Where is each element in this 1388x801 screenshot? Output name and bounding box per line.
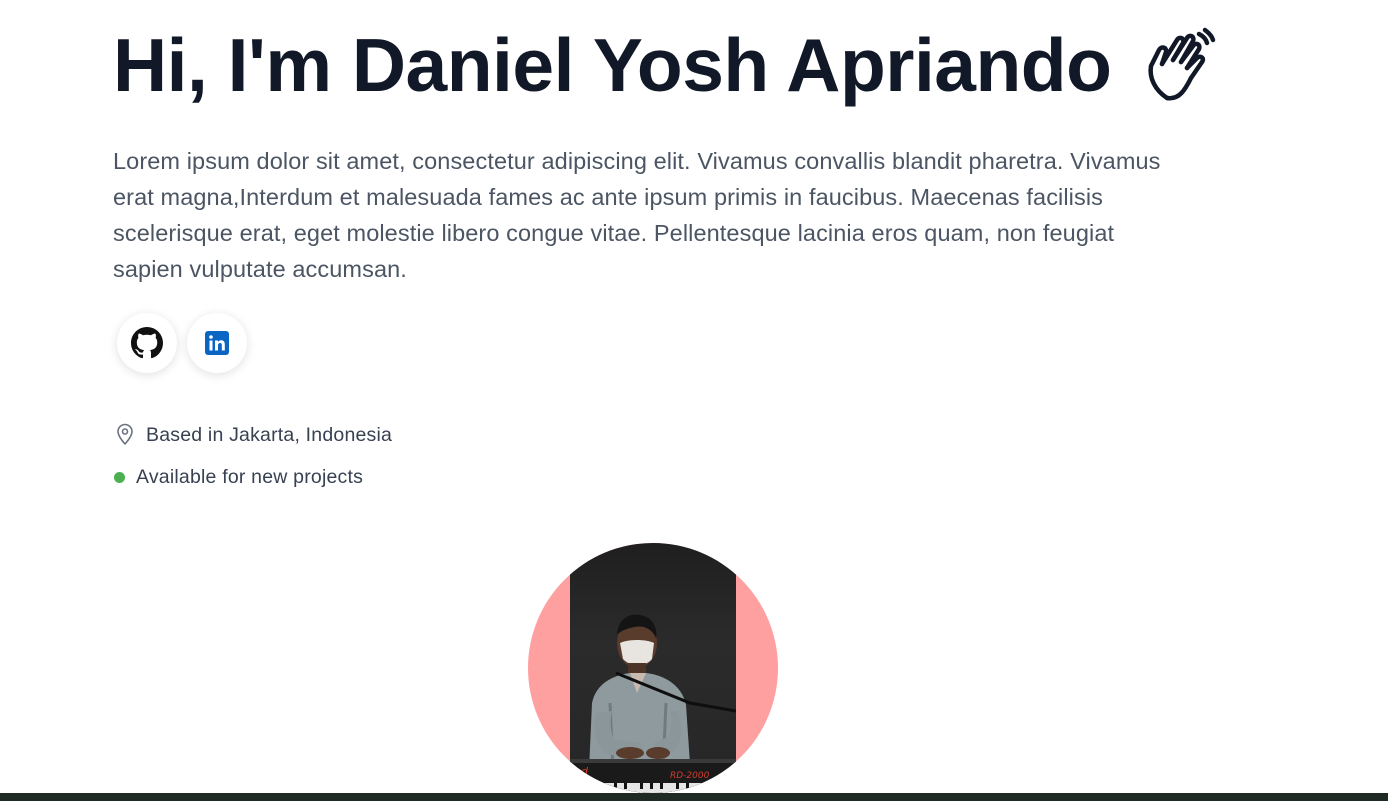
page-title: Hi, I'm Daniel Yosh Apriando — [113, 23, 1112, 107]
avatar: nd RD-2000 — [528, 543, 778, 793]
availability-info: Available for new projects — [113, 466, 363, 489]
intro-text: Lorem ipsum dolor sit amet, consectetur … — [113, 148, 1161, 282]
waving-hand-icon — [1137, 26, 1219, 108]
linkedin-link[interactable] — [187, 313, 247, 373]
github-link[interactable] — [117, 313, 177, 373]
page: Hi, I'm Daniel Yosh Apriando Lorem ipsum… — [0, 0, 1388, 801]
title-row: Hi, I'm Daniel Yosh Apriando — [113, 20, 1219, 110]
location-text: Based in Jakarta, Indonesia — [146, 424, 393, 446]
profile-photo-illustration: nd RD-2000 — [570, 614, 736, 793]
status-dot-icon — [114, 472, 125, 483]
location-info: Based in Jakarta, Indonesia — [113, 423, 393, 447]
linkedin-icon — [205, 331, 229, 355]
location-pin-icon — [117, 423, 133, 445]
availability-text: Available for new projects — [136, 466, 364, 488]
social-links — [117, 313, 247, 373]
keyboard-model-logo: RD-2000 — [670, 771, 710, 781]
profile-photo: nd RD-2000 — [570, 543, 736, 793]
github-icon — [131, 327, 163, 359]
keyboard-brand-logo: nd — [574, 765, 589, 778]
footer-edge — [0, 793, 1388, 801]
